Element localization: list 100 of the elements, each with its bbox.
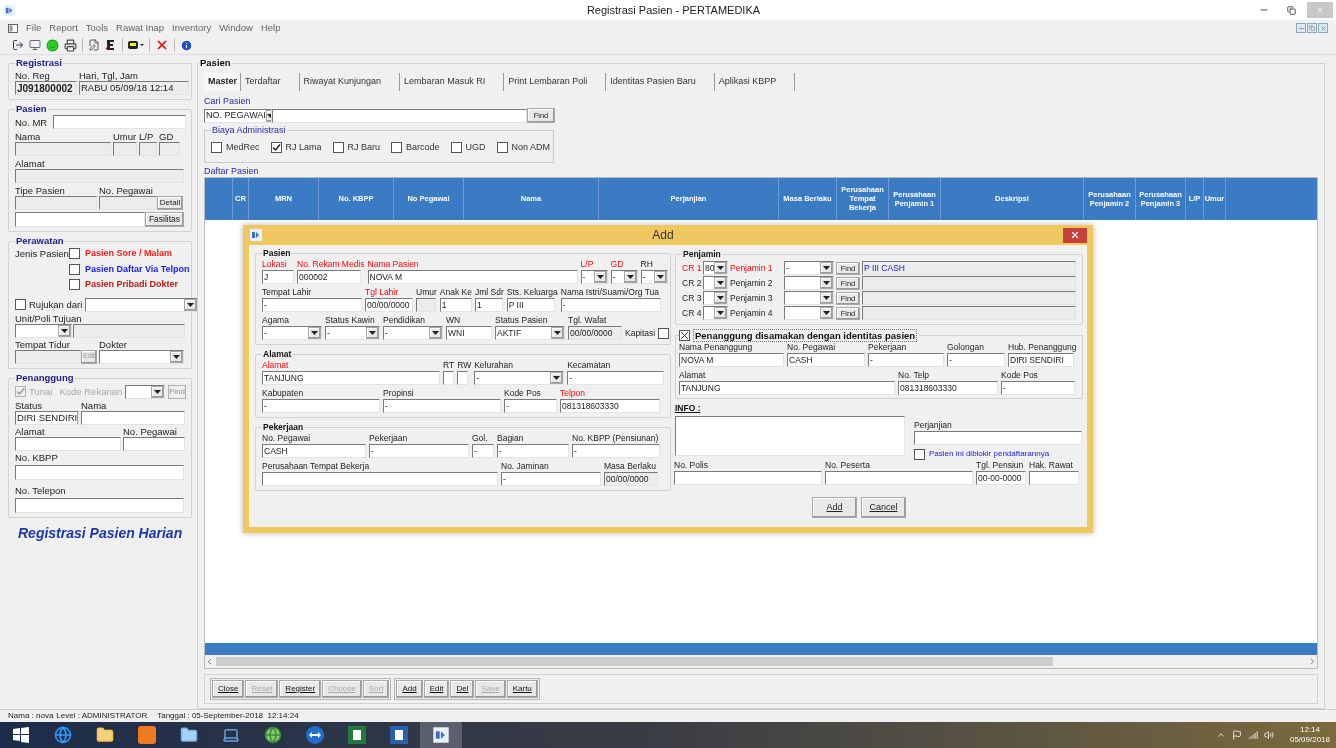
menu-item[interactable]: Tools [85,20,108,36]
checkbox[interactable] [332,142,344,154]
text-field[interactable]: RABU 05/09/18 12:14 [79,81,189,95]
checkbox[interactable] [270,142,282,154]
flag-icon[interactable] [1231,730,1242,740]
menu-item[interactable]: Inventory [172,20,212,36]
text-field[interactable] [15,196,97,210]
text-field[interactable]: - [868,353,944,367]
dialog-button[interactable]: Add [812,497,857,518]
info-memo[interactable] [675,416,905,456]
toolbar-button[interactable]: Kartu [506,680,538,698]
menu-item[interactable]: Report [49,20,78,36]
text-field[interactable] [262,472,498,486]
menu-item[interactable]: Help [260,20,281,36]
text-field[interactable]: J091800002 [15,81,77,95]
close-button[interactable] [1063,227,1087,243]
dropdown[interactable] [125,384,166,399]
text-field[interactable]: - [262,399,380,413]
checkbox[interactable] [658,327,670,339]
menu-item[interactable]: File [26,20,42,36]
text-field[interactable]: WNI [446,326,492,340]
checkbox[interactable] [211,142,222,154]
fasilitas-button[interactable]: Fasilitas [145,212,184,227]
dropdown[interactable]: - [474,371,565,385]
text-field[interactable] [15,464,184,480]
text-field[interactable]: - [567,371,665,385]
checkbox[interactable] [914,448,925,460]
toolbar-button[interactable]: Edit [423,680,450,698]
dropdown[interactable]: - [325,326,380,340]
text-field[interactable]: - [1001,381,1075,395]
info-icon[interactable] [180,38,193,52]
text-field[interactable]: J [262,270,294,284]
text-field[interactable]: P III [506,298,555,312]
exit-icon[interactable] [12,39,24,51]
text-field[interactable] [15,212,145,227]
tab[interactable]: Lembaran Masuk RI [400,73,505,91]
text-field[interactable]: NOVA M [367,270,578,284]
tab[interactable]: Print Lembaran Poli [504,73,607,91]
text-field[interactable] [53,115,187,129]
dropdown[interactable]: DIRI SENDIRI [15,410,79,425]
app-icon[interactable] [420,722,462,748]
signal-icon[interactable] [1247,730,1258,740]
text-field[interactable]: - [262,298,362,312]
minimize-button[interactable] [1296,23,1306,33]
text-field[interactable]: DIRI SENDIRI [1008,353,1074,367]
checkbox[interactable] [391,142,403,154]
dropdown[interactable] [703,291,728,305]
text-field[interactable] [15,169,184,183]
dropdown[interactable]: - [640,270,668,284]
checkbox[interactable] [15,299,26,310]
text-field[interactable] [123,436,185,451]
text-field[interactable]: - [497,444,569,458]
dropdown[interactable]: - [784,261,834,275]
printer-icon[interactable] [64,38,77,52]
dropdown[interactable]: - [610,270,638,284]
text-field[interactable]: - [560,298,661,312]
text-field[interactable]: 00/00/0000 [365,298,413,312]
text-field[interactable]: 1 [439,298,472,312]
menu-item[interactable]: Window [219,20,253,36]
detail-button[interactable]: Detail [157,196,183,210]
text-field[interactable]: - [472,444,494,458]
text-field[interactable]: - [501,472,601,486]
text-field[interactable]: - [369,444,469,458]
checkbox[interactable] [679,330,690,341]
edit-icon[interactable] [88,39,100,51]
text-field[interactable] [674,471,822,485]
toolbar-button[interactable]: Close [212,680,245,698]
text-field[interactable] [1029,471,1079,485]
speaker-icon[interactable] [1263,730,1274,740]
text-field[interactable]: TANJUNG [679,381,895,395]
text-field[interactable]: CASH [262,444,366,458]
checkbox[interactable] [68,263,80,275]
tab[interactable]: Terdaftar [241,73,300,91]
text-field[interactable]: TANJUNG [262,371,440,385]
toolbar-button[interactable]: Register [279,680,322,698]
text-field[interactable] [99,196,157,210]
smiley-icon[interactable] [46,38,59,52]
text-field[interactable]: 1 [474,298,503,312]
text-field[interactable]: 00/00/0000 [604,472,658,486]
search-field[interactable] [272,108,527,123]
device-icon[interactable] [128,40,144,50]
tab[interactable]: Identitas Pasien Baru [606,73,715,91]
tab[interactable]: Aplikasi KBPP [714,73,796,91]
dropdown[interactable] [703,276,728,290]
text-field[interactable]: - [504,399,557,413]
clock-date[interactable]: 05/09/2018 [1289,735,1330,745]
text-field[interactable] [81,410,185,425]
dropdown[interactable]: AKTIF [495,326,565,340]
dialog-button[interactable]: Cancel [861,497,906,518]
clock-time[interactable]: 12:14 [1299,725,1320,735]
dropdown[interactable]: - [383,326,443,340]
text-field[interactable]: - [947,353,1005,367]
horizontal-scrollbar[interactable] [205,655,1317,668]
text-field[interactable] [113,142,137,156]
menu-item[interactable]: Rawat Inap [116,20,165,36]
dropdown[interactable]: - [262,326,322,340]
dropdown[interactable] [703,306,728,320]
checkbox[interactable] [68,279,80,291]
dropdown[interactable]: - [580,270,608,284]
text-field[interactable]: NOVA M [679,353,784,367]
